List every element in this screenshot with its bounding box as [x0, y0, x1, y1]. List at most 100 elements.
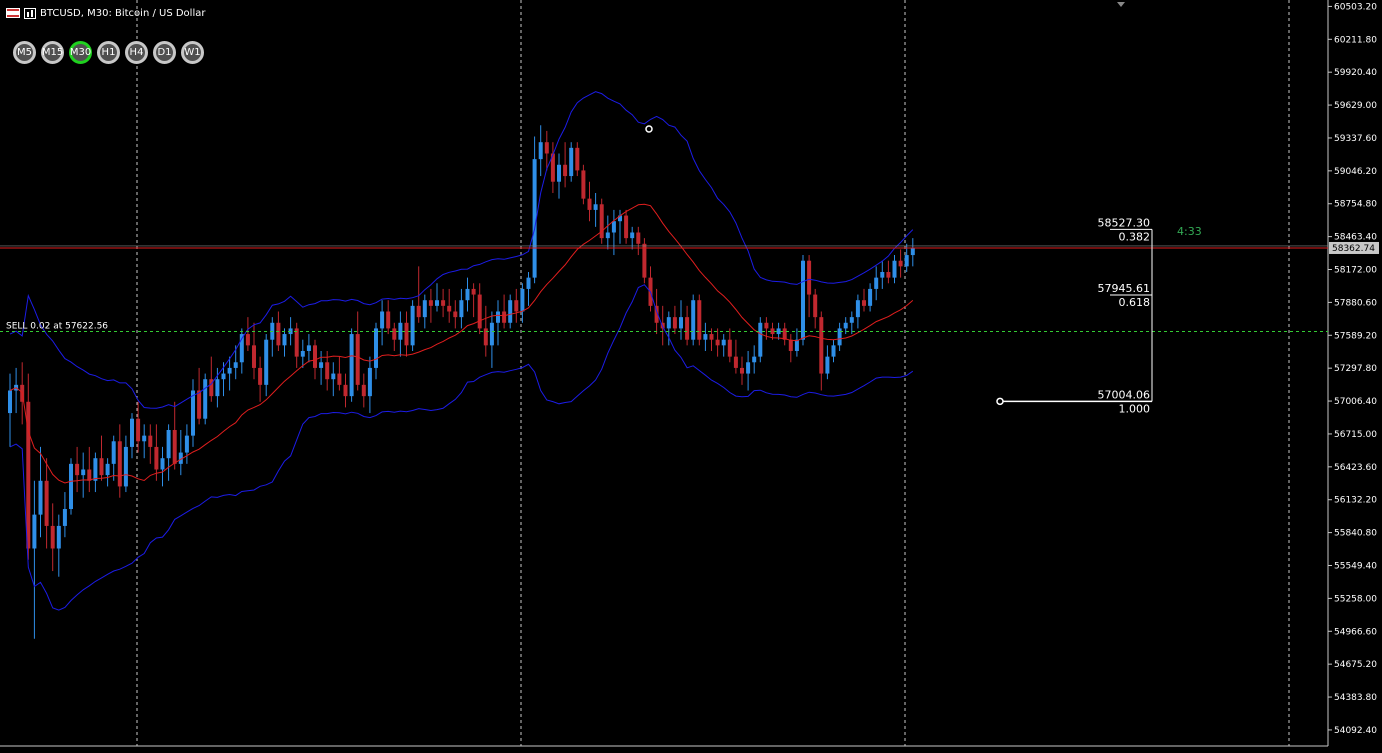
price-tick-label: 59337.60 — [1334, 134, 1377, 144]
bar-countdown: 4:33 — [1177, 225, 1202, 238]
candle-body — [801, 260, 805, 340]
candle-body — [319, 362, 324, 368]
upper-band-line — [9, 91, 914, 409]
candle-body — [392, 328, 397, 340]
fibo-anchor-handle[interactable] — [645, 125, 653, 133]
price-tick-label: 56715.00 — [1334, 430, 1377, 440]
candle-body — [148, 435, 153, 447]
candle-body — [740, 367, 744, 374]
price-tick-label: 55258.00 — [1334, 594, 1377, 604]
candle-body — [758, 322, 763, 357]
candle-body — [892, 260, 897, 278]
candle-body — [215, 379, 220, 397]
timeframe-button-h1[interactable]: H1 — [97, 41, 120, 64]
candle-body — [203, 379, 208, 419]
price-chart[interactable]: 60503.20 60211.80 59920.40 59629.00 59337.60… — [0, 0, 1382, 753]
candle-body — [733, 356, 738, 368]
candle-body — [191, 390, 195, 436]
candle-body — [221, 373, 226, 380]
price-tick-label: 55549.40 — [1334, 561, 1377, 571]
candle-body — [819, 317, 824, 374]
candle-body — [197, 390, 202, 419]
candle-body — [868, 288, 873, 306]
candle-body — [435, 300, 439, 306]
fibo-ratio-label: 0.618 — [1119, 296, 1151, 309]
candle-body — [807, 260, 812, 295]
candle-body — [727, 339, 732, 357]
candle-body — [910, 247, 915, 256]
candle-body — [441, 300, 446, 306]
price-tick-label: 60503.20 — [1334, 2, 1377, 12]
candle-body — [313, 345, 317, 368]
candle-body — [75, 463, 80, 476]
candle-body — [325, 362, 330, 380]
candle-body — [69, 463, 73, 509]
fibo-price-label: 57004.06 — [1098, 388, 1151, 401]
candle-body — [428, 300, 433, 306]
candle-body — [130, 418, 134, 447]
candle-body — [764, 322, 769, 329]
candle-body — [453, 311, 458, 318]
price-tick-label: 58172.00 — [1334, 266, 1377, 276]
candle-body — [160, 458, 165, 470]
candle-body — [410, 305, 415, 346]
candle-body — [459, 300, 464, 318]
timeframe-button-m15[interactable]: M15 — [41, 41, 64, 64]
symbol-title: BTCUSD, M30: Bitcoin / US Dollar — [40, 7, 206, 19]
candle-body — [874, 277, 879, 289]
candle-body — [276, 322, 281, 346]
candle-body — [593, 204, 598, 210]
price-tick-label: 54966.60 — [1334, 627, 1377, 637]
chart-type-icon — [24, 7, 36, 19]
candle-body — [502, 311, 507, 323]
candle-body — [642, 243, 647, 278]
candle-body — [56, 525, 61, 549]
candle-body — [99, 458, 104, 476]
candle-body — [636, 232, 641, 244]
timeframe-button-m30[interactable]: M30 — [69, 41, 92, 64]
candle-body — [855, 300, 860, 318]
candle-body — [386, 311, 391, 329]
candle-body — [569, 147, 574, 177]
candle-body — [825, 356, 830, 374]
candle-body — [483, 328, 488, 346]
candle-body — [746, 362, 751, 374]
price-tick-label: 56423.60 — [1334, 463, 1377, 473]
candle-body — [142, 435, 147, 442]
timeframe-button-d1[interactable]: D1 — [153, 41, 176, 64]
candle-body — [898, 260, 903, 267]
candle-body — [380, 311, 385, 329]
price-tick-label: 57006.40 — [1334, 397, 1377, 407]
candle-body — [837, 328, 842, 346]
candle-body — [117, 441, 122, 487]
candle-body — [813, 294, 818, 318]
candle-body — [508, 300, 513, 323]
current-price-label: 58362.74 — [1332, 244, 1375, 254]
candle-body — [349, 334, 354, 397]
candle-body — [849, 317, 854, 323]
price-tick-label: 58754.80 — [1334, 200, 1377, 210]
candle-body — [172, 429, 177, 464]
candle-body — [227, 367, 232, 374]
timeframe-button-h4[interactable]: H4 — [125, 41, 148, 64]
candle-body — [93, 458, 98, 481]
candle-body — [111, 441, 116, 464]
fibo-ratio-label: 1.000 — [1119, 402, 1151, 415]
candle-body — [258, 367, 263, 385]
price-tick-label: 59920.40 — [1334, 68, 1377, 78]
candle-body — [87, 469, 92, 481]
timeframe-button-m5[interactable]: M5 — [13, 41, 36, 64]
price-tick-label: 57880.60 — [1334, 298, 1377, 308]
candle-body — [544, 142, 549, 154]
price-tick-label: 55840.80 — [1334, 529, 1377, 539]
candle-body — [422, 300, 427, 318]
price-tick-label: 59046.20 — [1334, 167, 1377, 177]
chart-shift-marker[interactable] — [1117, 2, 1125, 7]
fibo-anchor-handle[interactable] — [996, 397, 1004, 406]
candle-body — [184, 435, 189, 453]
timeframe-button-w1[interactable]: W1 — [181, 41, 204, 64]
candle-body — [526, 277, 531, 289]
candle-body — [361, 384, 366, 397]
chart-window[interactable]: 60503.20 60211.80 59920.40 59629.00 59337.60… — [0, 0, 1382, 753]
candle-body — [514, 300, 519, 312]
